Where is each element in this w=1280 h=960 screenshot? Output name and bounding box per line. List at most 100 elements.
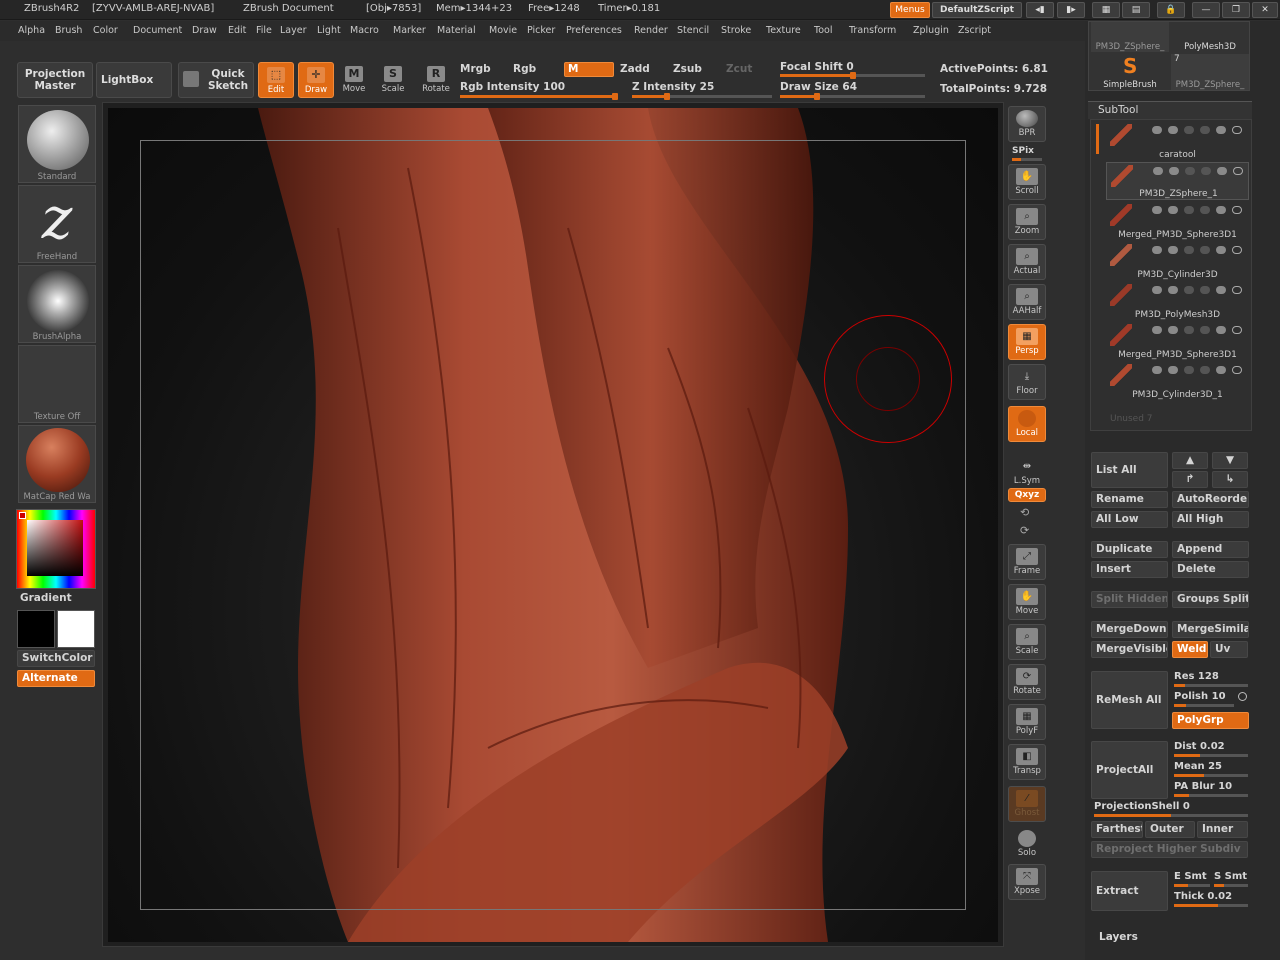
subtool-header[interactable]: SubTool bbox=[1088, 101, 1252, 119]
all-high-button[interactable]: All High bbox=[1172, 511, 1249, 528]
subtool-visibility-icons[interactable] bbox=[1152, 326, 1250, 338]
subtool-visibility-icons[interactable] bbox=[1152, 206, 1250, 218]
subtool-item[interactable]: Merged_PM3D_Sphere3D1 bbox=[1106, 322, 1249, 360]
rgb-toggle[interactable]: Rgb bbox=[513, 63, 536, 75]
color-picker[interactable] bbox=[16, 509, 96, 589]
projectionshell-slider[interactable] bbox=[1094, 814, 1248, 817]
subtool-item[interactable]: Merged_PM3D_Sphere3D1 bbox=[1106, 202, 1249, 240]
xyz-button[interactable]: Qxyz bbox=[1008, 488, 1046, 502]
zcut-toggle[interactable]: Zcut bbox=[726, 63, 752, 75]
secondary-color-swatch[interactable] bbox=[57, 610, 95, 648]
menu-layer[interactable]: Layer bbox=[280, 25, 307, 36]
rename-button[interactable]: Rename bbox=[1091, 491, 1168, 508]
menu-stencil[interactable]: Stencil bbox=[677, 25, 709, 36]
append-button[interactable]: Append bbox=[1172, 541, 1249, 558]
subtool-item[interactable]: PM3D_PolyMesh3D bbox=[1106, 282, 1249, 320]
menu-edit[interactable]: Edit bbox=[228, 25, 246, 36]
tool-thumb-2[interactable]: PolyMesh3D bbox=[1171, 22, 1249, 52]
tool-thumb-3[interactable]: S SimpleBrush bbox=[1091, 54, 1169, 90]
actual-button[interactable]: ⌕ Actual bbox=[1008, 244, 1046, 280]
all-low-button[interactable]: All Low bbox=[1091, 511, 1168, 528]
menu-material[interactable]: Material bbox=[437, 25, 476, 36]
duplicate-button[interactable]: Duplicate bbox=[1091, 541, 1168, 558]
subtool-item[interactable]: caratool bbox=[1106, 122, 1249, 160]
pa-blur-slider[interactable] bbox=[1174, 794, 1248, 797]
move-top-icon[interactable]: ↱ bbox=[1172, 471, 1208, 488]
polish-slider[interactable] bbox=[1174, 704, 1234, 707]
bpr-button[interactable]: BPR bbox=[1008, 106, 1046, 142]
zadd-toggle[interactable]: Zadd bbox=[620, 63, 650, 75]
menu-texture[interactable]: Texture bbox=[766, 25, 801, 36]
polish-circle-icon[interactable] bbox=[1238, 692, 1247, 701]
frame-button[interactable]: ⤢ Frame bbox=[1008, 544, 1046, 580]
menu-preferences[interactable]: Preferences bbox=[566, 25, 622, 36]
mean-slider[interactable] bbox=[1174, 774, 1248, 777]
alternate-button[interactable]: Alternate bbox=[17, 670, 95, 687]
zoom-button[interactable]: ⌕ Zoom bbox=[1008, 204, 1046, 240]
scroll-button[interactable]: ✋ Scroll bbox=[1008, 164, 1046, 200]
default-zscript-button[interactable]: DefaultZScript bbox=[932, 2, 1022, 18]
xpose-button[interactable]: ⤧ Xpose bbox=[1008, 864, 1046, 900]
outer-button[interactable]: Outer bbox=[1145, 821, 1195, 838]
res-slider[interactable] bbox=[1174, 684, 1248, 687]
menu-tool[interactable]: Tool bbox=[814, 25, 832, 36]
mergevisible-button[interactable]: MergeVisible bbox=[1091, 641, 1168, 658]
move-down-icon[interactable]: ▼ bbox=[1212, 452, 1248, 469]
lightbox-button[interactable]: LightBox bbox=[96, 62, 172, 98]
aahalf-button[interactable]: ⌕ AAHalf bbox=[1008, 284, 1046, 320]
extract-button[interactable]: Extract bbox=[1091, 871, 1168, 911]
layers-header[interactable]: Layers bbox=[1099, 931, 1138, 943]
list-all-button[interactable]: List All bbox=[1091, 452, 1168, 488]
transp-button[interactable]: ◧ Transp bbox=[1008, 744, 1046, 780]
edit-button[interactable]: ⬚ Edit bbox=[258, 62, 294, 98]
shelf-move-button[interactable]: ✋ Move bbox=[1008, 584, 1046, 620]
main-color-swatch[interactable] bbox=[19, 512, 26, 519]
lsym-button[interactable]: ⇹ L.Sym bbox=[1008, 454, 1046, 490]
mergesimilar-button[interactable]: MergeSimilar bbox=[1172, 621, 1249, 638]
viewport-canvas[interactable] bbox=[108, 108, 998, 942]
lock-icon[interactable]: 🔒 bbox=[1157, 2, 1185, 18]
zsub-toggle[interactable]: Zsub bbox=[673, 63, 702, 75]
subtool-visibility-icons[interactable] bbox=[1152, 366, 1250, 378]
menu-light[interactable]: Light bbox=[317, 25, 341, 36]
draw-size-slider[interactable] bbox=[780, 93, 925, 100]
e-smt-slider[interactable] bbox=[1174, 884, 1210, 887]
menu-picker[interactable]: Picker bbox=[527, 25, 555, 36]
tool-thumb-1[interactable]: PM3D_ZSphere_ bbox=[1091, 22, 1169, 52]
menu-alpha[interactable]: Alpha bbox=[18, 25, 45, 36]
layout-right-icon[interactable]: ▮▸ bbox=[1057, 2, 1085, 18]
menu-file[interactable]: File bbox=[256, 25, 272, 36]
insert-button[interactable]: Insert bbox=[1091, 561, 1168, 578]
uv-button[interactable]: Uv bbox=[1210, 641, 1248, 658]
m-toggle[interactable]: M bbox=[564, 62, 614, 77]
subtool-visibility-icons[interactable] bbox=[1152, 286, 1250, 298]
dist-slider[interactable] bbox=[1174, 754, 1248, 757]
floating-palette-icon[interactable]: ▦ bbox=[1092, 2, 1120, 18]
menu-render[interactable]: Render bbox=[634, 25, 668, 36]
subtool-visibility-icons[interactable] bbox=[1152, 246, 1250, 258]
color-picker-square[interactable] bbox=[27, 520, 83, 576]
local-button[interactable]: Local bbox=[1008, 406, 1046, 442]
groups-split-button[interactable]: Groups Split bbox=[1172, 591, 1249, 608]
mergedown-button[interactable]: MergeDown bbox=[1091, 621, 1168, 638]
focal-shift-slider[interactable] bbox=[780, 72, 925, 79]
z-intensity-slider[interactable] bbox=[632, 93, 772, 100]
farthest-button[interactable]: Farthest bbox=[1091, 821, 1143, 838]
menus-button[interactable]: Menus bbox=[890, 2, 930, 18]
menu-brush[interactable]: Brush bbox=[55, 25, 82, 36]
stroke-freehand-thumb[interactable]: z FreeHand bbox=[18, 185, 96, 263]
primary-color-swatch[interactable] bbox=[17, 610, 55, 648]
rotate-button[interactable]: R Rotate bbox=[418, 62, 454, 98]
menu-zplugin[interactable]: Zplugin bbox=[913, 25, 949, 36]
delete-button[interactable]: Delete bbox=[1172, 561, 1249, 578]
projectall-button[interactable]: ProjectAll bbox=[1091, 741, 1168, 799]
draw-button[interactable]: ✛ Draw bbox=[298, 62, 334, 98]
polyf-button[interactable]: ▦ PolyF bbox=[1008, 704, 1046, 740]
remesh-all-button[interactable]: ReMesh All bbox=[1091, 671, 1168, 729]
reproject-button[interactable]: Reproject Higher Subdiv bbox=[1091, 841, 1248, 858]
menu-zscript[interactable]: Zscript bbox=[958, 25, 991, 36]
texture-thumb[interactable]: Texture Off bbox=[18, 345, 96, 423]
subtool-item[interactable]: PM3D_ZSphere_1 bbox=[1106, 162, 1249, 200]
shelf-scale-button[interactable]: ⌕ Scale bbox=[1008, 624, 1046, 660]
split-hidden-button[interactable]: Split Hidden bbox=[1091, 591, 1168, 608]
